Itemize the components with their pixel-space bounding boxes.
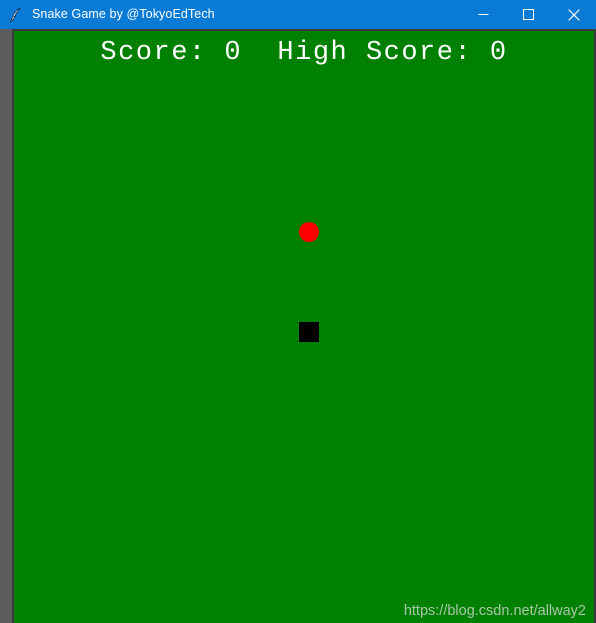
score-display: Score: 0 High Score: 0 [14, 38, 594, 68]
app-window: Snake Game by @TokyoEdTech Score: 0 High… [0, 0, 596, 623]
close-icon [567, 8, 580, 21]
food-dot [299, 222, 319, 242]
minimize-button[interactable] [461, 0, 506, 29]
close-button[interactable] [551, 0, 596, 29]
snake-head-segment [299, 322, 319, 342]
title-bar[interactable]: Snake Game by @TokyoEdTech [0, 0, 596, 29]
maximize-button[interactable] [506, 0, 551, 29]
window-title: Snake Game by @TokyoEdTech [32, 7, 215, 21]
window-frame: Score: 0 High Score: 0 https://blog.csdn… [0, 29, 596, 623]
minimize-icon [478, 14, 489, 15]
score-text-line: Score: 0 High Score: 0 [100, 38, 508, 68]
window-frame-inner: Score: 0 High Score: 0 https://blog.csdn… [12, 29, 596, 623]
game-canvas[interactable]: Score: 0 High Score: 0 https://blog.csdn… [14, 31, 594, 623]
watermark-text: https://blog.csdn.net/allway2 [403, 603, 586, 619]
maximize-icon [523, 9, 534, 20]
feather-pen-icon [9, 7, 21, 23]
